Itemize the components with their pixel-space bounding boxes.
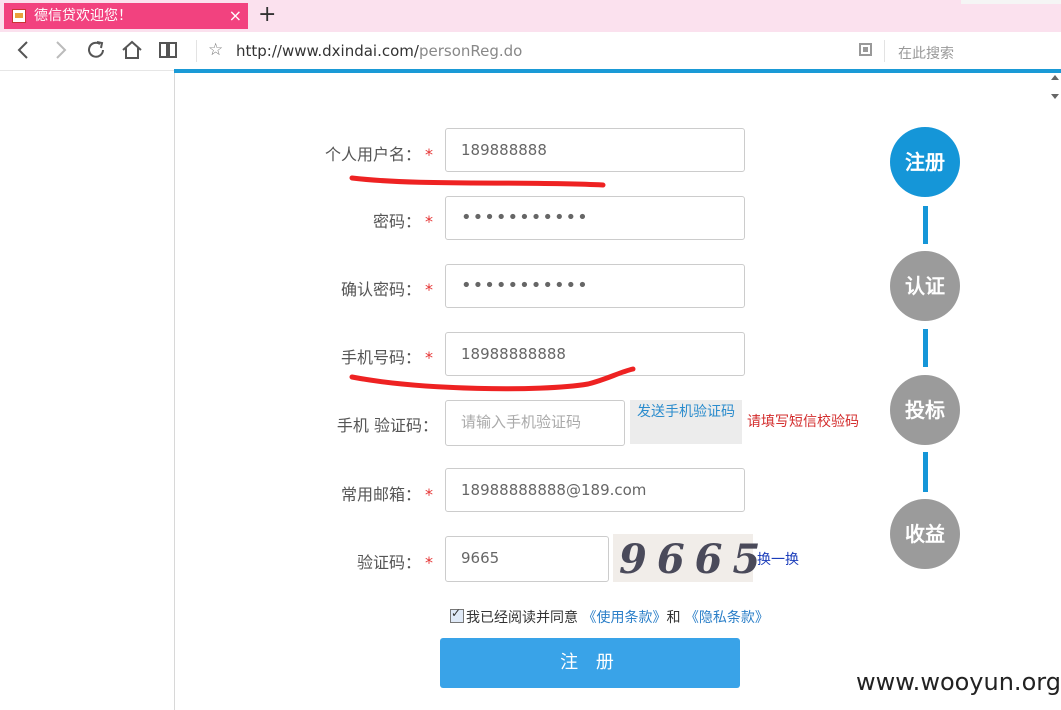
annotation-overlay	[349, 175, 636, 392]
annotation-underline-phone	[349, 366, 636, 392]
watermark: www.wooyun.org	[856, 668, 1061, 696]
annotation-underline-username	[349, 175, 606, 188]
